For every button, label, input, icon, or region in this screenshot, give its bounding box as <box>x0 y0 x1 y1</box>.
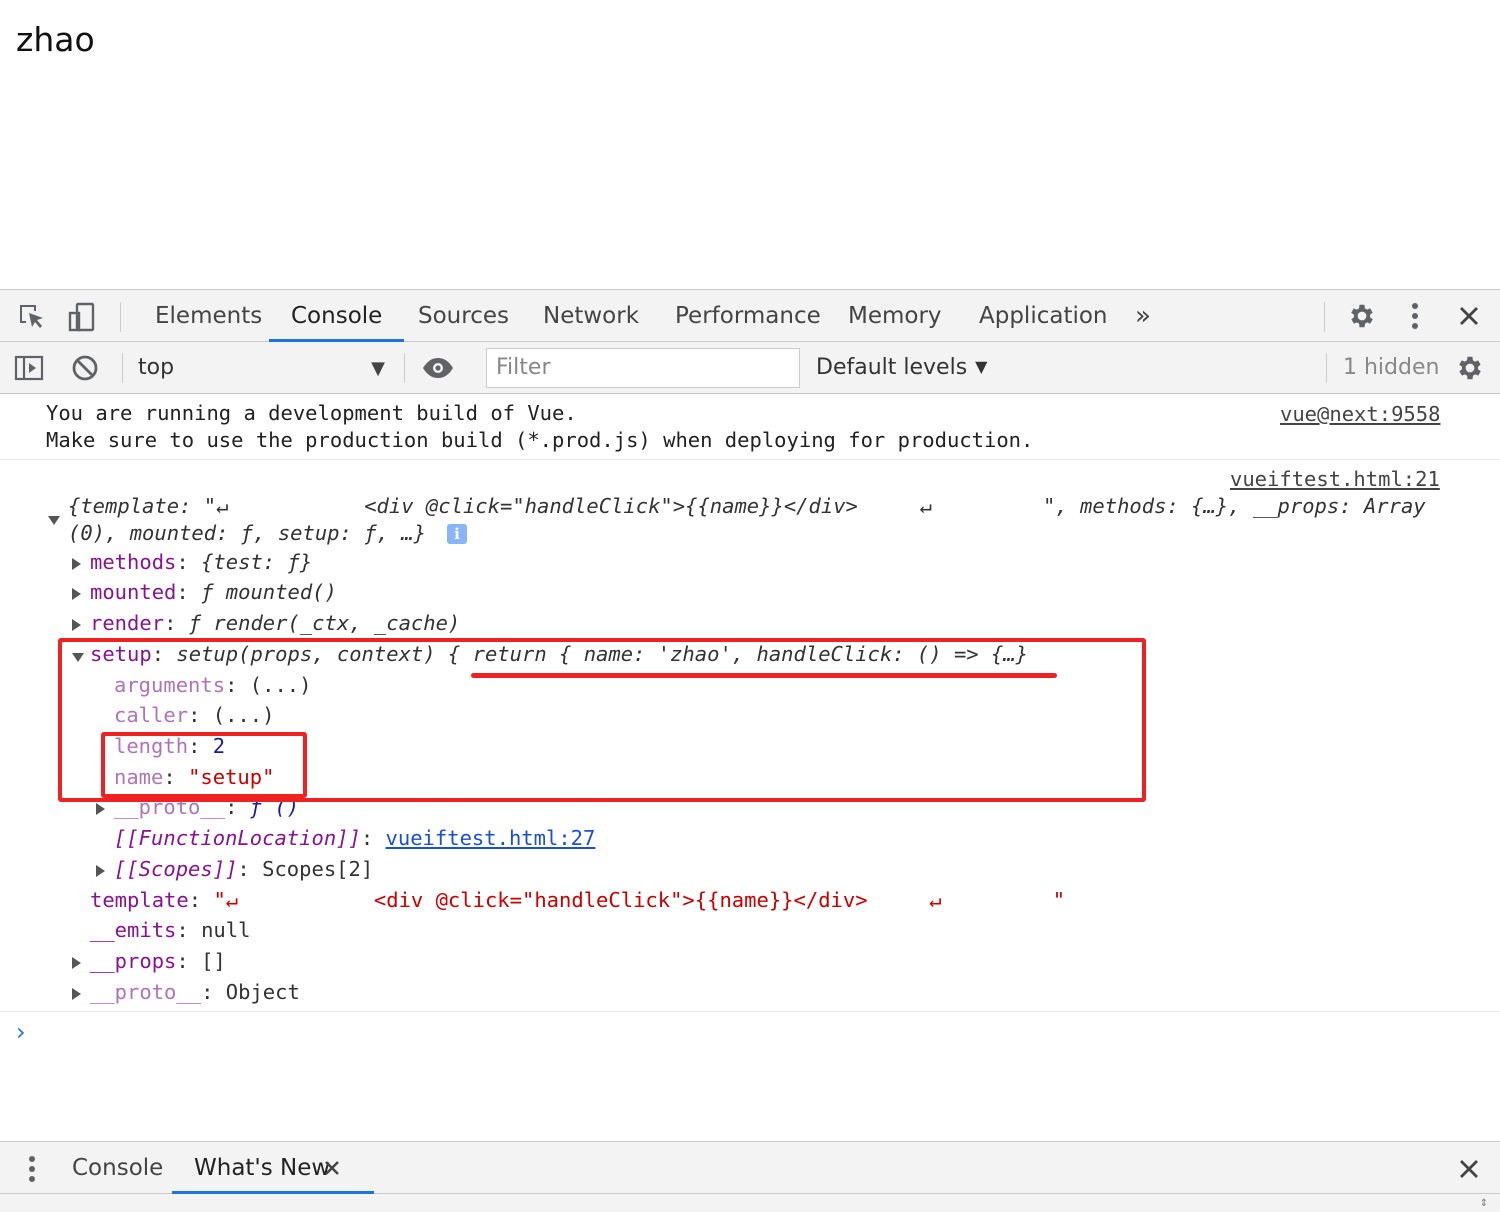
kebab-menu-icon[interactable] <box>1400 298 1430 334</box>
context-selector[interactable]: top <box>138 342 174 394</box>
device-toggle-icon[interactable] <box>64 300 100 334</box>
tab-performance[interactable]: Performance <box>653 290 843 342</box>
expand-toggle-icon[interactable] <box>72 558 81 570</box>
console-prompt[interactable]: › <box>16 1018 26 1046</box>
property-key: methods <box>90 550 177 574</box>
object-summary[interactable]: (0), mounted: ƒ, setup: ƒ, …} <box>68 521 426 545</box>
console-toolbar: top ▼ Filter Default levels ▼ 1 hidden <box>0 342 1500 394</box>
close-tab-icon[interactable] <box>320 1154 344 1182</box>
property-key: mounted <box>90 580 177 604</box>
bottom-drawer: Console What's New <box>0 1141 1500 1194</box>
expand-toggle-icon[interactable] <box>48 516 60 525</box>
property-separator: : <box>188 888 214 912</box>
property-row: [[FunctionLocation]]: vueiftest.html:27 <box>114 826 595 850</box>
object-summary[interactable]: {template: "↵ <div @click="handleClick">… <box>68 494 1426 518</box>
chevron-down-icon: ▼ <box>975 357 988 376</box>
property-separator: : <box>176 550 202 574</box>
expand-toggle-icon[interactable] <box>96 803 105 815</box>
property-row[interactable]: [[Scopes]]: Scopes[2] <box>114 857 373 881</box>
resize-handle-icon[interactable]: ⇕ <box>1474 1195 1494 1211</box>
property-value: null <box>201 918 251 942</box>
property-separator: : <box>176 918 202 942</box>
tab-network[interactable]: Network <box>521 290 661 342</box>
property-key: __props <box>90 949 177 973</box>
drawer-tab-label: What's New <box>194 1155 331 1181</box>
property-row: __emits: null <box>90 918 250 942</box>
property-separator: : <box>360 826 386 850</box>
source-link[interactable]: vueiftest.html:21 <box>1230 467 1440 491</box>
expand-toggle-icon[interactable] <box>72 619 81 631</box>
annotation-underline <box>471 673 1057 678</box>
property-separator: : <box>201 980 226 1004</box>
property-row[interactable]: render: ƒ render(_ctx, _cache) <box>90 611 460 635</box>
property-value: [] <box>201 949 226 973</box>
hidden-count[interactable]: 1 hidden <box>1343 342 1439 394</box>
chevron-double-right-icon[interactable]: » <box>1126 298 1160 334</box>
expand-toggle-icon[interactable] <box>72 988 81 1000</box>
expand-toggle-icon[interactable] <box>72 588 81 600</box>
page-text: zhao <box>16 20 95 59</box>
property-value: "↵ <div @click="handleClick">{{name}}</d… <box>213 888 1066 912</box>
property-row[interactable]: __proto__: Object <box>90 980 300 1004</box>
console-message-line: Make sure to use the production build (*… <box>46 428 1034 452</box>
source-link[interactable]: vue@next:9558 <box>1280 402 1440 426</box>
property-key: __proto__ <box>90 980 202 1004</box>
annotation-box <box>101 732 307 798</box>
console-settings-gear-icon[interactable] <box>1452 350 1488 386</box>
default-levels-dropdown[interactable]: Default levels ▼ <box>816 342 987 394</box>
property-key: [[Scopes]] <box>114 857 238 881</box>
property-key: render <box>90 611 165 635</box>
devtools-main-toolbar: Elements Console Sources Network Performance… <box>0 289 1500 342</box>
eye-icon[interactable] <box>420 352 456 384</box>
default-levels-label: Default levels <box>816 355 968 380</box>
property-separator: : <box>176 949 202 973</box>
tab-console[interactable]: Console <box>269 290 405 342</box>
tab-elements[interactable]: Elements <box>133 290 284 342</box>
property-row: template: "↵ <div @click="handleClick">{… <box>90 888 1065 912</box>
filter-input[interactable]: Filter <box>486 348 800 388</box>
property-value: ƒ mounted() <box>201 580 337 604</box>
property-value: Scopes[2] <box>262 857 374 881</box>
inspect-element-icon[interactable] <box>14 300 50 334</box>
property-separator: : <box>164 611 189 635</box>
close-drawer-icon[interactable] <box>1452 1152 1486 1186</box>
property-separator: : <box>237 857 263 881</box>
drawer-bottom: ⇕ <box>0 1194 1500 1212</box>
context-dropdown-arrow-icon[interactable]: ▼ <box>366 354 390 382</box>
sidebar-toggle-icon[interactable] <box>12 351 46 385</box>
expand-toggle-icon[interactable] <box>96 865 105 877</box>
property-value: ƒ render(_ctx, _cache) <box>188 611 461 635</box>
tab-application[interactable]: Application <box>957 290 1130 342</box>
property-key: [[FunctionLocation]] <box>114 826 361 850</box>
info-icon[interactable]: i <box>447 524 467 544</box>
drawer-tab-console[interactable]: Console <box>50 1142 185 1194</box>
console-message-line: You are running a development build of V… <box>46 401 577 425</box>
clear-console-icon[interactable] <box>68 351 102 385</box>
property-value: {test: ƒ} <box>201 550 313 574</box>
property-key: template <box>90 888 189 912</box>
property-key: __emits <box>90 918 177 942</box>
gear-icon[interactable] <box>1344 298 1380 334</box>
property-row[interactable]: mounted: ƒ mounted() <box>90 580 337 604</box>
kebab-menu-icon[interactable] <box>20 1152 44 1186</box>
tab-sources[interactable]: Sources <box>396 290 531 342</box>
property-row[interactable]: methods: {test: ƒ} <box>90 550 312 574</box>
property-row[interactable]: __props: [] <box>90 949 226 973</box>
property-value: Object <box>225 980 300 1004</box>
close-icon[interactable] <box>1452 298 1486 334</box>
property-separator: : <box>176 580 202 604</box>
tab-memory[interactable]: Memory <box>826 290 964 342</box>
expand-toggle-icon[interactable] <box>72 957 81 969</box>
property-value[interactable]: vueiftest.html:27 <box>386 826 596 850</box>
